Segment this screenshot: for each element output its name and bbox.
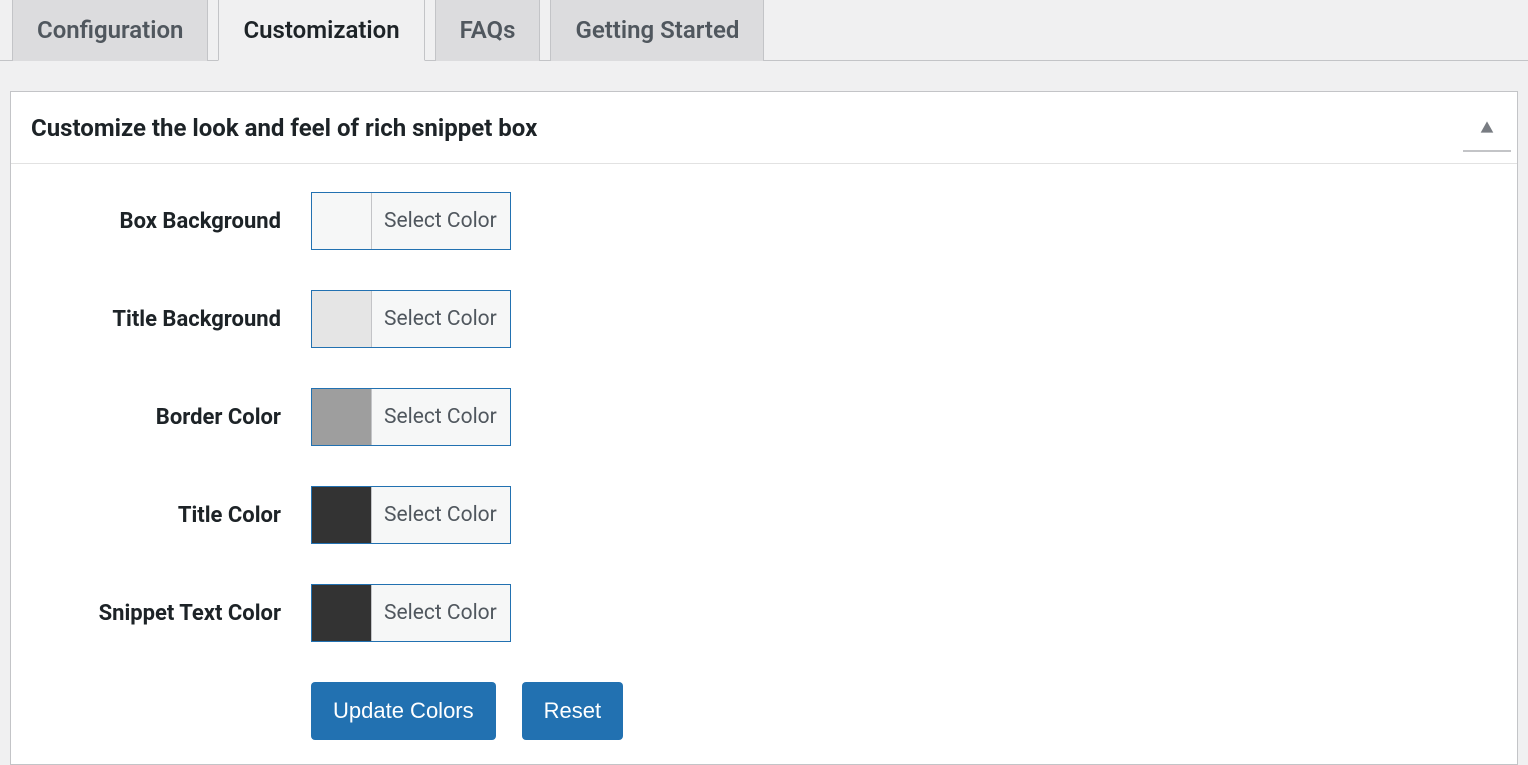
swatch-border-color [312, 389, 372, 445]
actions-row: Update Colors Reset [31, 682, 1497, 740]
row-snippet-text-color: Snippet Text Color Select Color [31, 584, 1497, 642]
tabs-bar: Configuration Customization FAQs Getting… [0, 0, 1528, 61]
color-picker-box-background[interactable]: Select Color [311, 192, 511, 250]
color-picker-label: Select Color [372, 389, 510, 445]
customization-panel: Customize the look and feel of rich snip… [10, 91, 1518, 765]
tab-faqs[interactable]: FAQs [435, 0, 541, 61]
panel-body: Box Background Select Color Title Backgr… [11, 164, 1517, 764]
color-picker-border-color[interactable]: Select Color [311, 388, 511, 446]
tab-configuration[interactable]: Configuration [12, 0, 208, 61]
row-border-color: Border Color Select Color [31, 388, 1497, 446]
row-title-background: Title Background Select Color [31, 290, 1497, 348]
chevron-up-icon [1480, 120, 1494, 134]
panel-collapse-toggle[interactable] [1463, 104, 1511, 152]
row-title-color: Title Color Select Color [31, 486, 1497, 544]
color-picker-label: Select Color [372, 487, 510, 543]
swatch-title-background [312, 291, 372, 347]
label-snippet-text-color: Snippet Text Color [31, 601, 311, 626]
color-picker-snippet-text-color[interactable]: Select Color [311, 584, 511, 642]
update-colors-button[interactable]: Update Colors [311, 682, 496, 740]
label-title-color: Title Color [31, 503, 311, 528]
color-picker-label: Select Color [372, 585, 510, 641]
swatch-box-background [312, 193, 372, 249]
color-picker-title-color[interactable]: Select Color [311, 486, 511, 544]
label-border-color: Border Color [31, 405, 311, 430]
tab-getting-started[interactable]: Getting Started [550, 0, 764, 61]
color-picker-title-background[interactable]: Select Color [311, 290, 511, 348]
label-title-background: Title Background [31, 307, 311, 332]
tab-customization[interactable]: Customization [218, 0, 424, 61]
color-picker-label: Select Color [372, 193, 510, 249]
panel-title: Customize the look and feel of rich snip… [31, 114, 537, 142]
swatch-title-color [312, 487, 372, 543]
color-picker-label: Select Color [372, 291, 510, 347]
reset-button[interactable]: Reset [522, 682, 623, 740]
swatch-snippet-text-color [312, 585, 372, 641]
label-box-background: Box Background [31, 209, 311, 234]
row-box-background: Box Background Select Color [31, 192, 1497, 250]
panel-header: Customize the look and feel of rich snip… [11, 92, 1517, 164]
